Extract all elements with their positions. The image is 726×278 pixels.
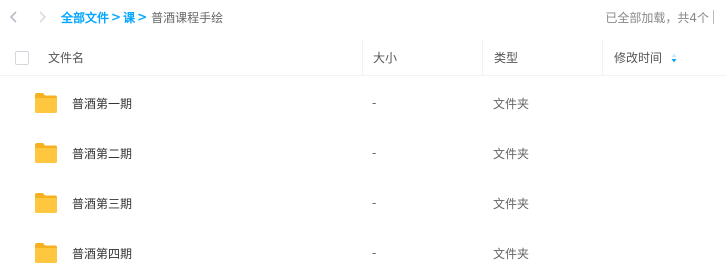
table-row[interactable]: 普酒第二期 - 文件夹 xyxy=(0,128,726,178)
chevron-right-icon xyxy=(39,11,47,23)
column-header-type-label: 类型 xyxy=(494,51,519,65)
file-name-link[interactable]: 普酒第四期 xyxy=(72,228,132,278)
folder-icon xyxy=(35,193,57,213)
breadcrumb-root-link[interactable]: 全部文件 xyxy=(61,9,109,26)
column-header-mtime[interactable]: 修改时间 xyxy=(602,40,726,75)
folder-icon xyxy=(35,93,57,113)
breadcrumb-separator: > xyxy=(137,10,148,24)
status-divider xyxy=(713,10,714,24)
folder-icon xyxy=(35,243,57,263)
table-header: 文件名 大小 类型 修改时间 xyxy=(0,40,726,76)
column-header-mtime-label: 修改时间 xyxy=(614,51,663,65)
back-button[interactable] xyxy=(3,6,25,28)
breadcrumb-middle-link[interactable]: 课 xyxy=(123,9,135,26)
select-all-cell xyxy=(15,40,29,75)
column-header-name-label: 文件名 xyxy=(48,51,85,65)
breadcrumb: 全部文件 > 课 > 普酒课程手绘 xyxy=(61,9,223,26)
file-size: - xyxy=(372,96,377,110)
file-type: 文件夹 xyxy=(493,96,530,111)
column-header-size-label: 大小 xyxy=(373,51,398,65)
breadcrumb-separator: > xyxy=(111,10,122,24)
file-type: 文件夹 xyxy=(493,196,530,211)
file-size: - xyxy=(372,146,377,160)
sort-arrow-icon[interactable] xyxy=(671,53,677,63)
file-name-link[interactable]: 普酒第三期 xyxy=(72,178,132,228)
table-row[interactable]: 普酒第一期 - 文件夹 xyxy=(0,78,726,128)
column-header-name[interactable]: 文件名 xyxy=(48,40,360,75)
file-type: 文件夹 xyxy=(493,146,530,161)
load-status-text: 已全部加载，共4个 xyxy=(605,10,709,25)
file-type: 文件夹 xyxy=(493,246,530,261)
chevron-left-icon xyxy=(9,11,17,23)
file-name-link[interactable]: 普酒第一期 xyxy=(72,78,132,128)
forward-button[interactable] xyxy=(31,6,53,28)
column-header-size[interactable]: 大小 xyxy=(362,40,480,75)
load-status: 已全部加载，共4个 xyxy=(605,0,714,34)
folder-icon xyxy=(35,143,57,163)
table-row[interactable]: 普酒第三期 - 文件夹 xyxy=(0,178,726,228)
select-all-checkbox[interactable] xyxy=(15,50,29,65)
file-list-page: 全部文件 > 课 > 普酒课程手绘 已全部加载，共4个 文件名 大小 类型 修改… xyxy=(0,0,726,278)
file-size: - xyxy=(372,246,377,260)
toolbar: 全部文件 > 课 > 普酒课程手绘 已全部加载，共4个 xyxy=(0,0,726,34)
table-row[interactable]: 普酒第四期 - 文件夹 xyxy=(0,228,726,278)
file-size: - xyxy=(372,196,377,210)
file-name-link[interactable]: 普酒第二期 xyxy=(72,128,132,178)
column-header-type[interactable]: 类型 xyxy=(482,40,600,75)
breadcrumb-current: 普酒课程手绘 xyxy=(151,10,224,25)
